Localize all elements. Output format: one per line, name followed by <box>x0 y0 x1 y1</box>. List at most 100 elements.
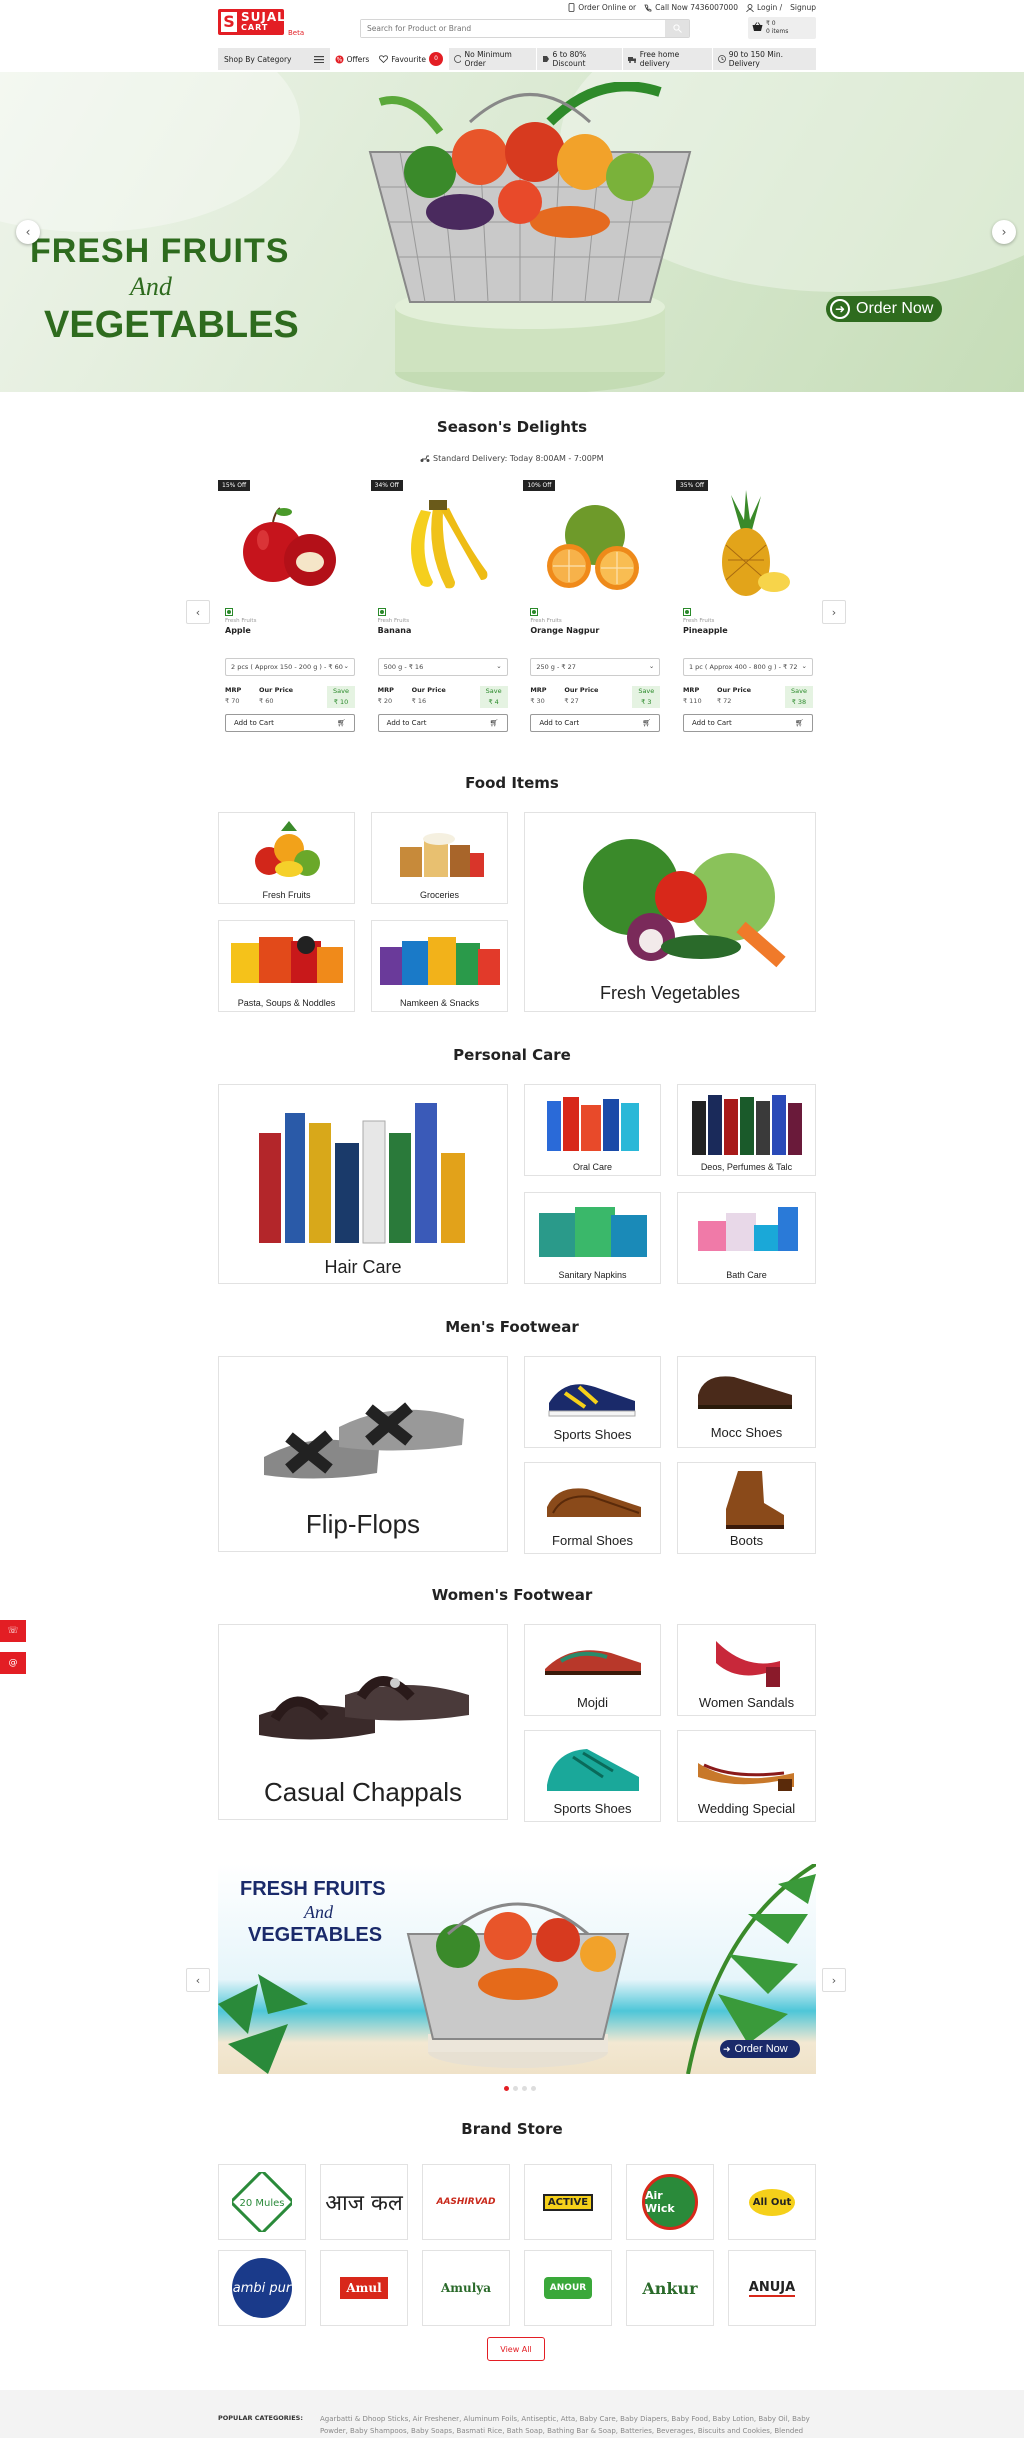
brand-name: आज कल <box>325 2191 403 2216</box>
search-button[interactable] <box>665 20 689 37</box>
shop-by-category-button[interactable]: Shop By Category <box>218 48 330 70</box>
tile-boots[interactable]: Boots <box>677 1462 816 1554</box>
tile-label: Pasta, Soups & Noddles <box>237 998 336 1008</box>
product-card[interactable]: 10% Off Fresh Fruits Orange Nagpur 250 g… <box>523 476 663 740</box>
brand-tile[interactable]: All Out <box>728 2164 816 2240</box>
add-to-cart-button[interactable]: Add to Cart 🛒︎ <box>682 714 813 732</box>
brand-tile[interactable]: ANOUR <box>524 2250 612 2326</box>
chevron-down-icon: ⌄ <box>343 662 349 670</box>
brand-tile[interactable]: Amulya <box>422 2250 510 2326</box>
snacks-image <box>380 937 500 985</box>
variant-select[interactable]: 1 pc ( Approx 400 - 800 g ) - ₹ 72 ⌄ <box>682 658 813 676</box>
tile-label: Oral Care <box>572 1162 612 1172</box>
variant-select[interactable]: 500 g - ₹ 16 ⌄ <box>377 658 508 676</box>
tile-label: Sanitary Napkins <box>558 1270 627 1280</box>
brand-name: ANUJA <box>748 2279 796 2297</box>
brand-name: ambi pur <box>232 2258 292 2318</box>
side-call-button[interactable]: ☏ <box>0 1620 26 1642</box>
tile-bath-care[interactable]: Bath Care <box>677 1192 816 1284</box>
tile-deos-perfumes[interactable]: Deos, Perfumes & Talc <box>677 1084 816 1176</box>
tile-wedding-special[interactable]: Wedding Special <box>677 1730 816 1822</box>
add-to-cart-button[interactable]: Add to Cart 🛒︎ <box>530 714 661 732</box>
banner-order-now-button[interactable]: ➜ Order Now <box>720 2040 800 2058</box>
tile-mojdi[interactable]: Mojdi <box>524 1624 661 1716</box>
save-label: Save <box>333 687 349 695</box>
tile-groceries[interactable]: Groceries <box>371 812 508 904</box>
favourite-link[interactable]: Favourite 0 <box>374 48 448 70</box>
brand-tile[interactable]: ANUJA <box>728 2250 816 2326</box>
side-email-button[interactable]: @ <box>0 1652 26 1674</box>
hero-banner[interactable]: FRESH FRUITS And VEGETABLES ➜ Order Now … <box>0 72 1024 392</box>
tile-women-sandals[interactable]: Women Sandals <box>677 1624 816 1716</box>
veg-indicator-icon <box>377 608 386 616</box>
brand-tile[interactable]: Air Wick <box>626 2164 714 2240</box>
product-card[interactable]: 15% Off Fresh Fruits Apple 2 pcs ( Appro… <box>218 476 358 740</box>
pagination-dot[interactable] <box>522 2086 527 2091</box>
variant-select[interactable]: 2 pcs ( Approx 150 - 200 g ) - ₹ 60 ⌄ <box>225 658 355 676</box>
promo-banner[interactable]: FRESH FRUITS And VEGETABLES ➜ Order Now <box>218 1864 816 2074</box>
brand-tile[interactable]: AASHIRVAD <box>422 2164 510 2240</box>
tile-label: Fresh Vegetables <box>599 983 741 1003</box>
hero-prev-button[interactable]: ‹ <box>16 220 40 244</box>
hero-title-line2: VEGETABLES <box>44 304 299 346</box>
chevron-left-icon: ‹ <box>25 225 31 239</box>
food-title: Food Items <box>465 774 559 792</box>
mrp-value: ₹ 30 <box>530 697 545 705</box>
brand-tile[interactable]: ambi pur <box>218 2250 306 2326</box>
brand-tile[interactable]: 20 Mules <box>218 2164 306 2240</box>
season-next-button[interactable]: › <box>822 600 846 624</box>
banner-next-button[interactable]: › <box>822 1968 846 1992</box>
offers-label: Offers <box>346 54 370 64</box>
brand-tile[interactable]: आज कल <box>320 2164 408 2240</box>
view-all-brands-button[interactable]: View All <box>487 2337 545 2361</box>
tile-oral-care[interactable]: Oral Care <box>524 1084 661 1176</box>
call-now-link[interactable]: Call Now 7436007000 <box>644 3 738 12</box>
order-online-link[interactable]: Order Online or <box>568 3 636 12</box>
tile-namkeen-snacks[interactable]: Namkeen & Snacks <box>371 920 508 1012</box>
discount-icon <box>543 56 550 62</box>
brand-tile[interactable]: Amul <box>320 2250 408 2326</box>
add-to-cart-button[interactable]: Add to Cart 🛒︎ <box>225 714 355 732</box>
tile-pasta-soups[interactable]: Pasta, Soups & Noddles <box>218 920 355 1012</box>
login-link[interactable]: Login / <box>746 3 782 12</box>
tile-mocc-shoes[interactable]: Mocc Shoes <box>677 1356 816 1448</box>
logo-sub: CART <box>241 23 269 32</box>
nav-bar: Shop By Category % Offers Favourite 0 No… <box>218 48 816 70</box>
hero-next-button[interactable]: › <box>992 220 1016 244</box>
tile-women-sports-shoes[interactable]: Sports Shoes <box>524 1730 661 1822</box>
hero-order-now-button[interactable]: ➜ Order Now <box>826 296 942 322</box>
pagination-dot[interactable] <box>513 2086 518 2091</box>
brand-tile[interactable]: ACTIVE <box>524 2164 612 2240</box>
pagination-dot[interactable] <box>531 2086 536 2091</box>
tile-sanitary-napkins[interactable]: Sanitary Napkins <box>524 1192 661 1284</box>
arrow-right-icon: ➜ <box>723 2043 731 2054</box>
our-price-value: ₹ 60 <box>259 697 274 705</box>
variant-select[interactable]: 250 g - ₹ 27 ⌄ <box>530 658 661 676</box>
pagination-dot-active[interactable] <box>504 2086 509 2091</box>
banner-prev-button[interactable]: ‹ <box>186 1968 210 1992</box>
tile-flip-flops[interactable]: Flip-Flops <box>218 1356 508 1552</box>
product-card[interactable]: 34% Off Fresh Fruits Banana 500 g - ₹ 16… <box>370 476 511 740</box>
mrp-label: MRP <box>225 686 242 694</box>
variant-value: 250 g - ₹ 27 <box>536 663 576 671</box>
tile-fresh-vegetables[interactable]: Fresh Vegetables <box>524 812 816 1012</box>
bath-care-image <box>698 1207 798 1251</box>
cart-button[interactable]: ₹ 0 0 items <box>748 17 816 39</box>
brand-tile[interactable]: Ankur <box>626 2250 714 2326</box>
season-title: Season's Delights <box>436 418 588 436</box>
signup-link[interactable]: Signup <box>790 3 816 12</box>
tile-casual-chappals[interactable]: Casual Chappals <box>218 1624 508 1820</box>
cart-icon: 🛒︎ <box>489 719 499 727</box>
add-to-cart-button[interactable]: Add to Cart 🛒︎ <box>377 714 508 732</box>
tile-hair-care[interactable]: Hair Care <box>218 1084 508 1284</box>
offers-link[interactable]: % Offers <box>329 48 375 70</box>
tile-fresh-fruits[interactable]: Fresh Fruits <box>218 812 355 904</box>
product-card[interactable]: 35% Off Fresh Fruits Pineapple 1 pc ( Ap… <box>675 476 816 740</box>
mrp-label: MRP <box>377 686 394 694</box>
tile-formal-shoes[interactable]: Formal Shoes <box>524 1462 661 1554</box>
arrow-right-icon: ➜ <box>830 299 850 319</box>
search-input[interactable] <box>361 20 661 37</box>
season-prev-button[interactable]: ‹ <box>186 600 210 624</box>
orange-image <box>547 505 640 590</box>
tile-sports-shoes[interactable]: Sports Shoes <box>524 1356 661 1448</box>
